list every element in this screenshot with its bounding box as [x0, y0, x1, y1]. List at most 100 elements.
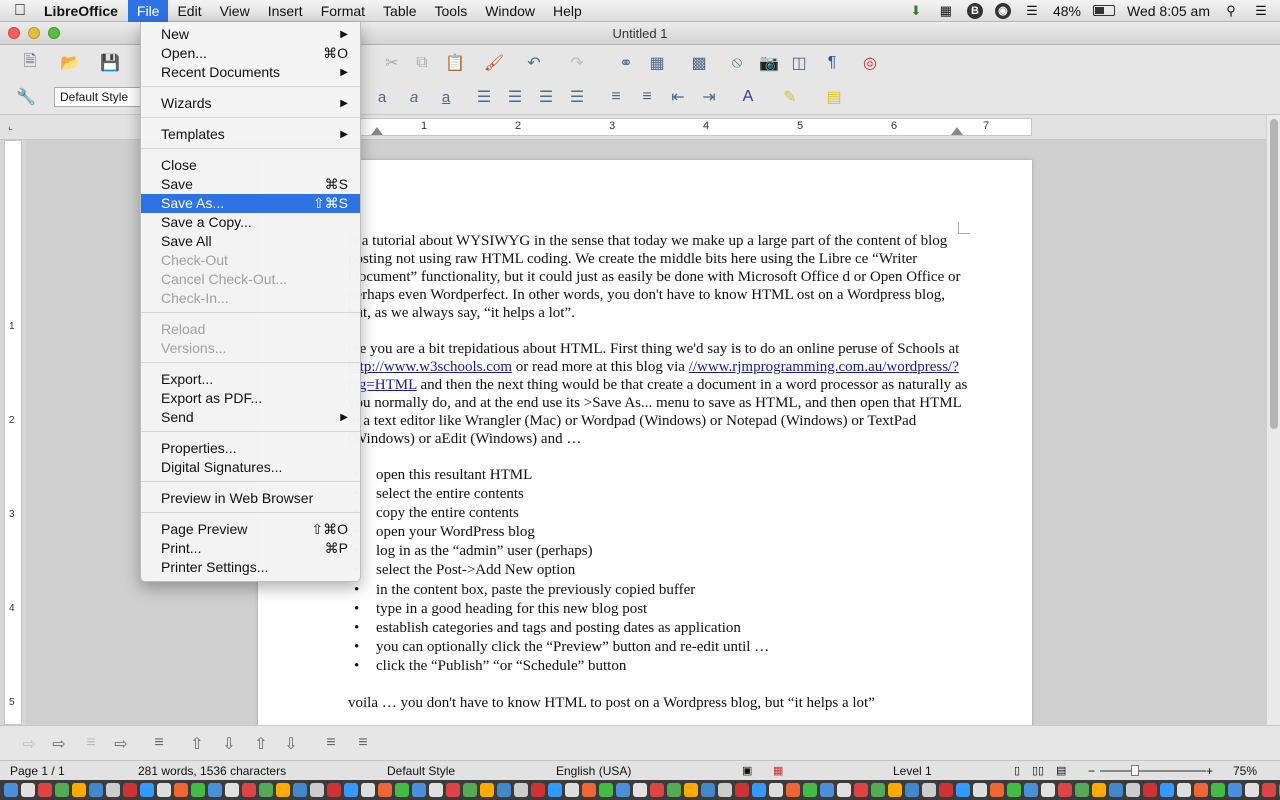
bullets-icon[interactable]: ≡: [635, 85, 659, 109]
list-item[interactable]: copy the entire contents: [348, 504, 968, 523]
file-menu-item-save-as[interactable]: Save As... ⇧⌘S: [141, 194, 360, 213]
move-up-icon[interactable]: ⇧: [186, 734, 208, 754]
dock-app-icon[interactable]: [718, 783, 732, 797]
file-menu-item-recent-documents[interactable]: Recent Documents ▶: [141, 63, 360, 82]
align-center-icon[interactable]: ☰: [503, 85, 527, 109]
paragraph-closing[interactable]: voila … you don't have to know HTML to p…: [348, 694, 968, 712]
justify-icon[interactable]: ☰: [565, 85, 589, 109]
dock-app-icon[interactable]: [242, 783, 256, 797]
dock-app-icon[interactable]: [429, 783, 443, 797]
open-folder-icon[interactable]: 📂: [58, 51, 82, 75]
dock-app-icon[interactable]: [871, 783, 885, 797]
menu-file[interactable]: File: [127, 0, 169, 22]
dock-app-icon[interactable]: [310, 783, 324, 797]
b-circle-icon[interactable]: B: [966, 2, 983, 19]
dock-app-icon[interactable]: [89, 783, 103, 797]
file-menu-item-printer-settings[interactable]: Printer Settings...: [141, 558, 360, 577]
dock-app-icon[interactable]: [1143, 783, 1157, 797]
move-down-icon[interactable]: ⇩: [218, 734, 240, 754]
copy-icon[interactable]: ⧉: [410, 51, 434, 75]
file-menu-item-cancel-check-out[interactable]: Cancel Check-Out...: [141, 270, 360, 289]
dock-app-icon[interactable]: [956, 783, 970, 797]
styles-wrench-icon[interactable]: 🔧: [14, 85, 38, 109]
dock-app-icon[interactable]: [1109, 783, 1123, 797]
bullets-numbering-dialog-icon[interactable]: ≡: [352, 734, 374, 754]
dock-app-icon[interactable]: [667, 783, 681, 797]
single-page-view-icon[interactable]: ▯: [1014, 764, 1020, 777]
file-menu-item-print[interactable]: Print... ⌘P: [141, 539, 360, 558]
navigator-icon[interactable]: ⦸: [725, 51, 749, 75]
dock-app-icon[interactable]: [1194, 783, 1208, 797]
w3schools-link[interactable]: http://www.w3schools.com: [348, 359, 512, 375]
dock-app-icon[interactable]: [497, 783, 511, 797]
demote-subpoints-icon[interactable]: ⇨: [110, 734, 132, 754]
insert-image-icon[interactable]: ▩: [687, 51, 711, 75]
dock-app-icon[interactable]: [480, 783, 494, 797]
dock-app-icon[interactable]: [973, 783, 987, 797]
dock-app-icon[interactable]: [412, 783, 426, 797]
underline-icon[interactable]: a: [434, 85, 458, 109]
sync-circle-icon[interactable]: ◉: [994, 2, 1011, 19]
vertical-scrollbar[interactable]: [1266, 115, 1280, 725]
zoom-slider-track[interactable]: [1100, 770, 1206, 772]
zoom-level[interactable]: 75%: [1233, 764, 1257, 778]
redo-icon[interactable]: ↷: [565, 51, 589, 75]
dock-app-icon[interactable]: [1245, 783, 1259, 797]
file-menu-item-page-preview[interactable]: Page Preview ⇧⌘O: [141, 520, 360, 539]
dock-app-icon[interactable]: [735, 783, 749, 797]
list-item[interactable]: log in as the “admin” user (perhaps): [348, 542, 968, 561]
paragraph-style-select[interactable]: Default Style: [54, 87, 144, 107]
decrease-indent-icon[interactable]: ⇤: [666, 85, 690, 109]
page-style[interactable]: Default Style: [387, 764, 455, 778]
numbering-icon[interactable]: ≡: [604, 85, 628, 109]
dock-app-icon[interactable]: [1160, 783, 1174, 797]
language[interactable]: English (USA): [556, 764, 631, 778]
dock-app-icon[interactable]: [514, 783, 528, 797]
page-indicator[interactable]: Page 1 / 1: [10, 764, 65, 778]
menu-edit[interactable]: Edit: [168, 0, 210, 22]
file-menu-item-digital-signatures[interactable]: Digital Signatures...: [141, 458, 360, 477]
dock-app-icon[interactable]: [38, 783, 52, 797]
file-menu-item-versions[interactable]: Versions...: [141, 339, 360, 358]
menu-table[interactable]: Table: [374, 0, 425, 22]
dock-app-icon[interactable]: [55, 783, 69, 797]
demote-icon[interactable]: ⇨: [48, 734, 70, 754]
list-item[interactable]: select the entire contents: [348, 485, 968, 504]
dock-app-icon[interactable]: [599, 783, 613, 797]
gallery-icon[interactable]: 📷: [757, 51, 781, 75]
dock-app-icon[interactable]: [140, 783, 154, 797]
dock-app-icon[interactable]: [548, 783, 562, 797]
dock-app-icon[interactable]: [1024, 783, 1038, 797]
bold-icon[interactable]: a: [370, 85, 394, 109]
dock-app-icon[interactable]: [939, 783, 953, 797]
right-indent-marker[interactable]: [951, 127, 963, 135]
dock-app-icon[interactable]: [1228, 783, 1242, 797]
dock-app-icon[interactable]: [752, 783, 766, 797]
dock-app-icon[interactable]: [378, 783, 392, 797]
dock-app-icon[interactable]: [123, 783, 137, 797]
increase-indent-icon[interactable]: ⇥: [697, 85, 721, 109]
dock-app-icon[interactable]: [531, 783, 545, 797]
promote-subpoints-icon[interactable]: ≡: [80, 734, 102, 754]
dock-app-icon[interactable]: [1075, 783, 1089, 797]
dock-app-icon[interactable]: [633, 783, 647, 797]
dock-app-icon[interactable]: [191, 783, 205, 797]
background-color-icon[interactable]: ▤: [822, 85, 846, 109]
insert-table-icon[interactable]: ▦: [645, 51, 669, 75]
menu-tools[interactable]: Tools: [426, 0, 477, 22]
undo-icon[interactable]: ↶: [522, 51, 546, 75]
new-document-icon[interactable]: 🗎: [18, 51, 42, 75]
hyperlink-icon[interactable]: ⚭: [614, 51, 638, 75]
demote-disabled-icon[interactable]: ⇨: [18, 734, 40, 754]
file-menu-item-save-a-copy[interactable]: Save a Copy...: [141, 213, 360, 232]
dock-app-icon[interactable]: [803, 783, 817, 797]
speaker-box-icon[interactable]: ▦: [937, 3, 955, 18]
dock-app-icon[interactable]: [616, 783, 630, 797]
battery-icon[interactable]: [1092, 5, 1115, 16]
dock-app-icon[interactable]: [276, 783, 290, 797]
dock-app-icon[interactable]: [1058, 783, 1072, 797]
scrollbar-thumb[interactable]: [1270, 119, 1278, 429]
dock-app-icon[interactable]: [4, 783, 18, 797]
move-up-subpoints-icon[interactable]: ⇧: [250, 734, 272, 754]
paragraph-trepidatious[interactable]: ere you are a bit trepidatious about HTM…: [348, 340, 968, 448]
